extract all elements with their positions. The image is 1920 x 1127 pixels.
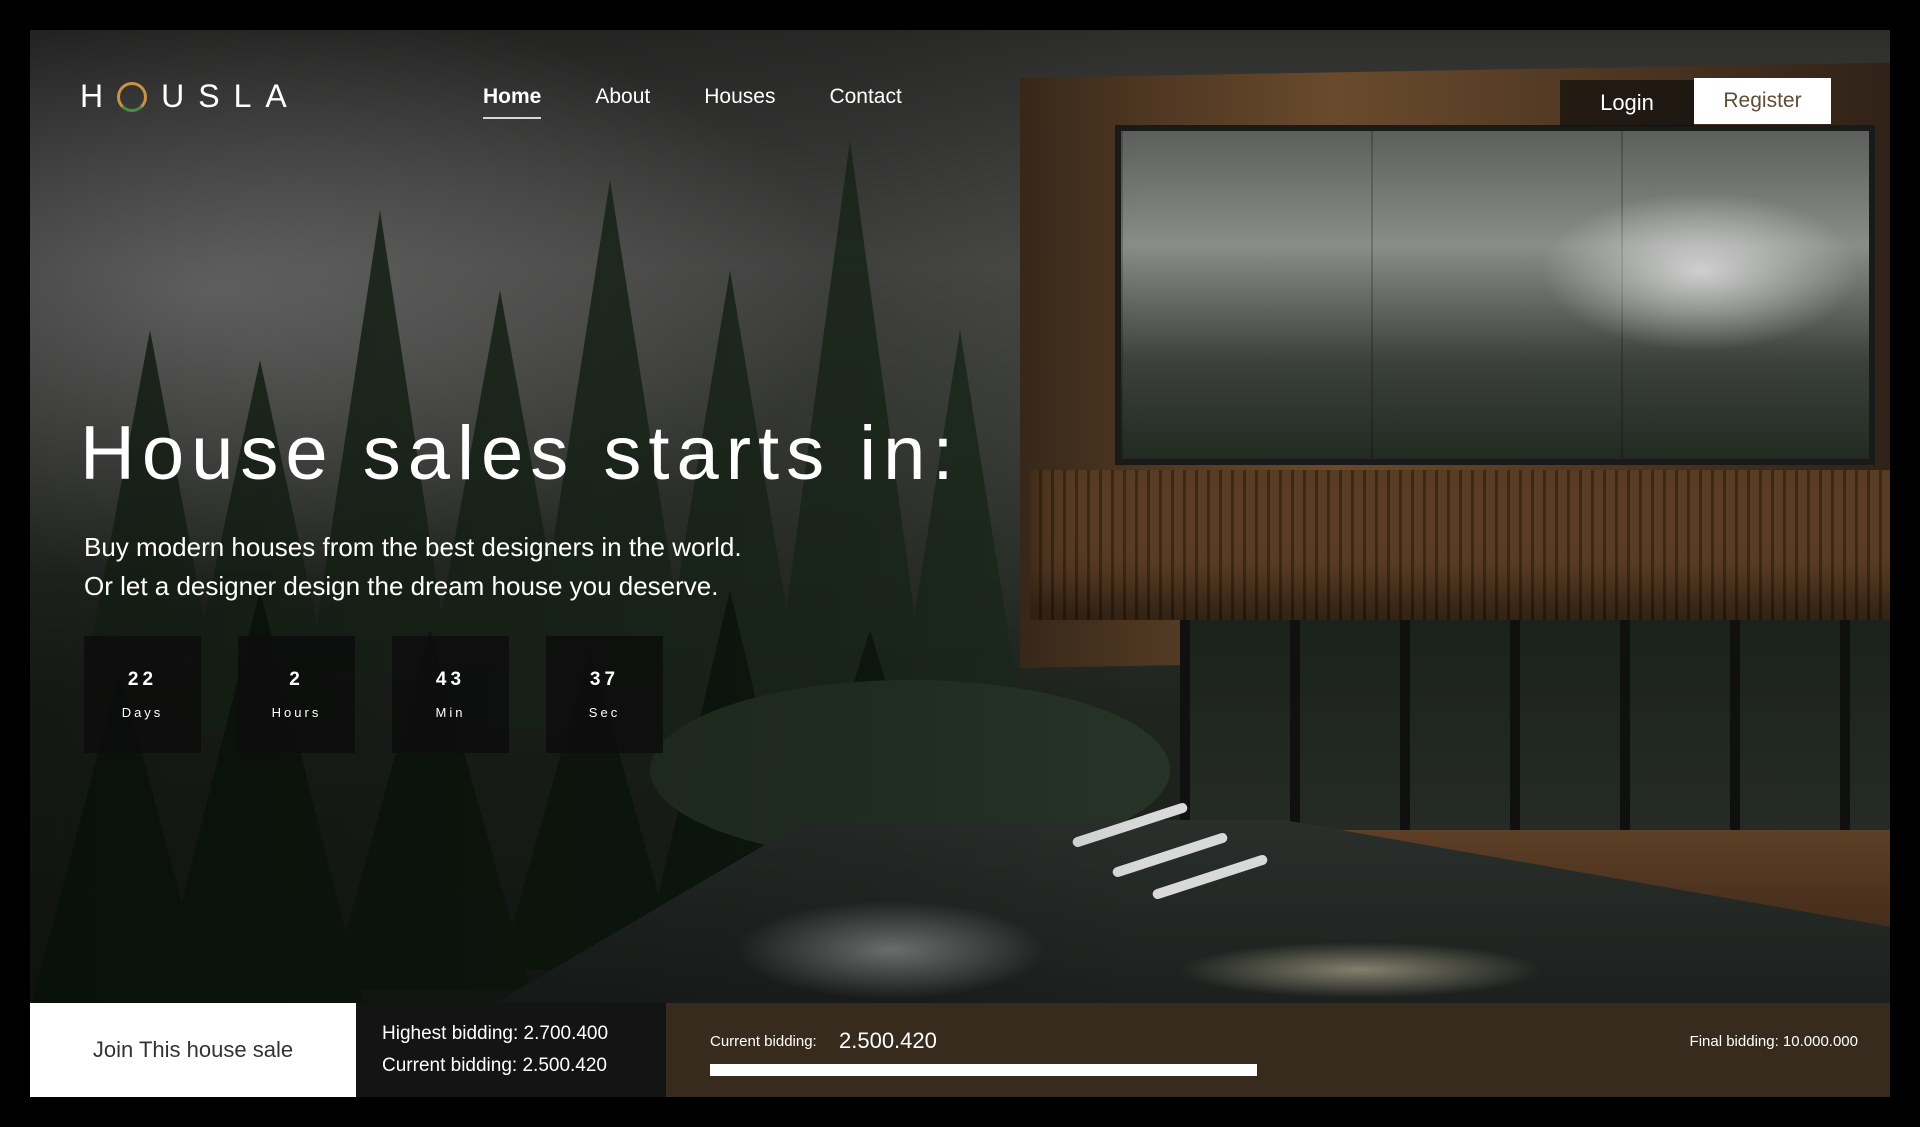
countdown-unit: Sec xyxy=(588,705,621,720)
current-bidding-value: 2.500.420 xyxy=(839,1028,937,1053)
hero-subtitle: Buy modern houses from the best designer… xyxy=(84,528,742,606)
countdown-minutes: 43 Min xyxy=(392,636,509,753)
logo-o-ring-icon xyxy=(117,81,148,112)
logo-letter-h: H xyxy=(80,78,118,114)
countdown-unit: Days xyxy=(121,705,164,720)
nav-home[interactable]: Home xyxy=(483,85,542,119)
countdown-unit: Hours xyxy=(271,705,322,720)
login-button[interactable]: Login xyxy=(1560,80,1694,126)
hero-subtitle-line2: Or let a designer design the dream house… xyxy=(84,571,719,601)
current-bidding-label: Current bidding: xyxy=(710,1033,817,1050)
bidding-summary: Highest bidding: 2.700.400 Current biddi… xyxy=(356,1003,666,1097)
page-frame: H USLA Home About Houses Contact Login R… xyxy=(30,30,1890,1097)
main-nav: Home About Houses Contact xyxy=(483,85,902,119)
highest-bidding-text: Highest bidding: 2.700.400 xyxy=(382,1023,609,1044)
logo-letters: USLA xyxy=(161,78,301,114)
hero-title: House sales starts in: xyxy=(80,411,961,496)
countdown-seconds: 37 Sec xyxy=(546,636,663,753)
nav-contact[interactable]: Contact xyxy=(829,85,901,109)
bidding-progress-fill xyxy=(710,1064,1258,1076)
nav-houses[interactable]: Houses xyxy=(704,85,775,109)
countdown-unit: Min xyxy=(435,705,466,720)
countdown-value: 37 xyxy=(589,669,620,690)
register-button[interactable]: Register xyxy=(1694,78,1831,124)
current-bidding-text: Current bidding: 2.500.420 xyxy=(382,1055,607,1076)
bidding-progress-panel: Current bidding: 2.500.420 Final bidding… xyxy=(666,1003,1890,1097)
bidding-progress-bar xyxy=(710,1064,1860,1076)
countdown-days: 22 Days xyxy=(84,636,201,753)
countdown-hours: 2 Hours xyxy=(238,636,355,753)
brand-logo[interactable]: H USLA xyxy=(80,78,301,115)
countdown-value: 22 xyxy=(127,669,158,690)
hero-subtitle-line1: Buy modern houses from the best designer… xyxy=(84,532,742,562)
join-sale-button[interactable]: Join This house sale xyxy=(30,1003,356,1097)
countdown-value: 2 xyxy=(289,669,304,690)
nav-about[interactable]: About xyxy=(595,85,650,109)
countdown-timer: 22 Days 2 Hours 43 Min 37 Sec xyxy=(84,636,663,753)
countdown-value: 43 xyxy=(435,669,466,690)
final-bidding-text: Final bidding: 10.000.000 xyxy=(1689,1033,1858,1050)
